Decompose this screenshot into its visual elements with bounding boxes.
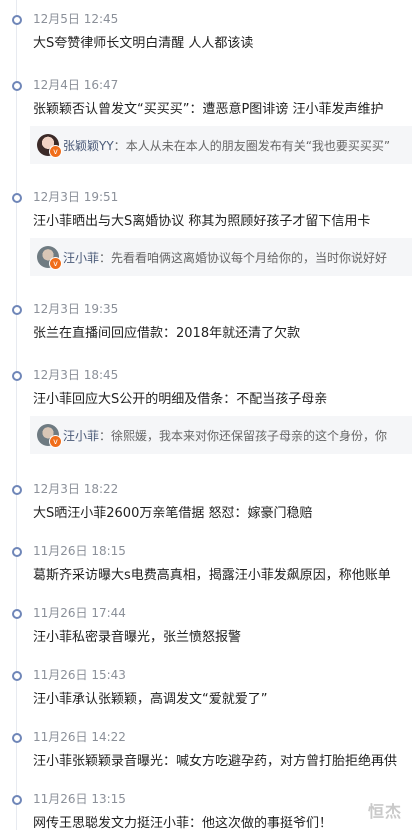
item-title[interactable]: 汪小菲回应大S公开的明细及借条：不配当孩子母亲: [33, 390, 412, 410]
timeline-item[interactable]: 11月26日 15:43 汪小菲承认张颖颖，高调发文“爱就爱了”: [0, 666, 412, 710]
timeline-item[interactable]: 12月3日 19:35 张兰在直播间回应借款：2018年就还清了欠款: [0, 300, 412, 344]
timeline-dot: [12, 547, 22, 557]
comment-separator: ：: [113, 138, 126, 153]
item-time: 12月4日 16:47: [33, 78, 119, 92]
item-title[interactable]: 汪小菲私密录音曝光，张兰愤怒报警: [33, 628, 412, 648]
timeline-dot: [12, 81, 22, 91]
timeline-item[interactable]: 11月26日 14:22 汪小菲张颖颖录音曝光：喊女方吃避孕药，对方曾打胎拒绝再…: [0, 728, 412, 772]
timeline-dot: [12, 15, 22, 25]
comment-box[interactable]: v 汪小菲：徐熙媛，我本来对你还保留孩子母亲的这个身份，你: [30, 416, 412, 454]
item-time: 11月26日 15:43: [33, 668, 126, 682]
timeline-item[interactable]: 11月26日 17:44 汪小菲私密录音曝光，张兰愤怒报警: [0, 604, 412, 648]
watermark-logo: 恒杰: [367, 802, 402, 821]
item-time: 11月26日 13:15: [33, 792, 126, 806]
comment-text: 徐熙媛，我本来对你还保留孩子母亲的这个身份，你: [111, 428, 388, 443]
verified-badge-icon: v: [49, 257, 62, 270]
comment-separator: ：: [99, 250, 112, 265]
timeline-item[interactable]: 12月4日 16:47 张颖颖否认曾发文“买买买”：遭恶意P图诽谤 汪小菲发声维…: [0, 76, 412, 164]
item-time: 12月3日 19:35: [33, 302, 119, 316]
timeline-item[interactable]: 11月26日 18:15 葛斯齐采访曝大s电费高真相，揭露汪小菲发飙原因，称他账…: [0, 542, 412, 586]
timeline-dot: [12, 795, 22, 805]
item-time: 11月26日 18:15: [33, 544, 126, 558]
comment-author[interactable]: 汪小菲: [63, 427, 99, 444]
comment-separator: ：: [99, 428, 112, 443]
timeline-item[interactable]: 12月5日 12:45 大S夸赞律师长文明白清醒 人人都该读: [0, 10, 412, 54]
item-title[interactable]: 汪小菲晒出与大S离婚协议 称其为照顾好孩子才留下信用卡: [33, 212, 412, 232]
item-time: 12月5日 12:45: [33, 12, 119, 26]
comment-author[interactable]: 汪小菲: [63, 249, 99, 266]
timeline-dot: [12, 671, 22, 681]
item-time: 12月3日 19:51: [33, 190, 119, 204]
timeline-dot: [12, 609, 22, 619]
item-title[interactable]: 网传王思聪发文力挺汪小菲：他这次做的事挺爷们！: [33, 814, 412, 834]
item-time: 12月3日 18:45: [33, 368, 119, 382]
item-title[interactable]: 汪小菲承认张颖颖，高调发文“爱就爱了”: [33, 690, 412, 710]
timeline-item[interactable]: 12月3日 18:22 大S晒汪小菲2600万亲笔借据 怒怼：嫁豪门稳赔: [0, 480, 412, 524]
comment-text: 本人从未在本人的朋友圈发布有关“我也要买买买”: [125, 138, 391, 153]
timeline-item[interactable]: 12月3日 18:45 汪小菲回应大S公开的明细及借条：不配当孩子母亲 v 汪小…: [0, 366, 412, 454]
avatar: v: [37, 424, 62, 448]
timeline-item[interactable]: 12月3日 19:51 汪小菲晒出与大S离婚协议 称其为照顾好孩子才留下信用卡 …: [0, 188, 412, 276]
comment-box[interactable]: v 汪小菲：先看看咱俩这离婚协议每个月给你的，当时你说好好: [30, 238, 412, 276]
item-title[interactable]: 大S晒汪小菲2600万亲笔借据 怒怼：嫁豪门稳赔: [33, 504, 412, 524]
timeline-dot: [12, 305, 22, 315]
item-title[interactable]: 葛斯齐采访曝大s电费高真相，揭露汪小菲发飙原因，称他账单: [33, 566, 412, 586]
comment-author[interactable]: 张颖颖YY: [63, 137, 114, 154]
news-timeline: 12月5日 12:45 大S夸赞律师长文明白清醒 人人都该读 12月4日 16:…: [0, 0, 412, 831]
comment-box[interactable]: v 张颖颖YY：本人从未在本人的朋友圈发布有关“我也要买买买”: [30, 126, 412, 164]
item-time: 12月3日 18:22: [33, 482, 119, 496]
item-time: 11月26日 14:22: [33, 730, 126, 744]
verified-badge-icon: v: [49, 435, 62, 448]
verified-badge-icon: v: [49, 145, 62, 158]
comment-text: 先看看咱俩这离婚协议每个月给你的，当时你说好好: [111, 250, 388, 265]
item-title[interactable]: 汪小菲张颖颖录音曝光：喊女方吃避孕药，对方曾打胎拒绝再供: [33, 752, 412, 772]
item-time: 11月26日 17:44: [33, 606, 126, 620]
timeline-item[interactable]: 11月26日 13:15 网传王思聪发文力挺汪小菲：他这次做的事挺爷们！: [0, 790, 412, 834]
timeline-dot: [12, 485, 22, 495]
timeline-dot: [12, 193, 22, 203]
item-title[interactable]: 张颖颖否认曾发文“买买买”：遭恶意P图诽谤 汪小菲发声维护: [33, 100, 412, 120]
item-title[interactable]: 张兰在直播间回应借款：2018年就还清了欠款: [33, 324, 412, 344]
item-title[interactable]: 大S夸赞律师长文明白清醒 人人都该读: [33, 34, 412, 54]
avatar: v: [37, 134, 62, 158]
timeline-dot: [12, 371, 22, 381]
timeline-dot: [12, 733, 22, 743]
avatar: v: [37, 246, 62, 270]
